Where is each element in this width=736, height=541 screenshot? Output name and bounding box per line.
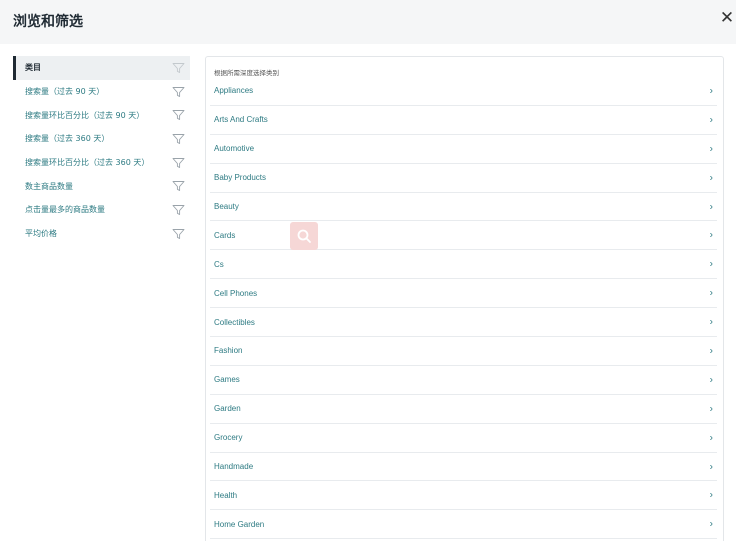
sidebar-item[interactable]: 搜索量环比百分比（过去 360 天） xyxy=(13,151,190,175)
category-row[interactable]: Collectibles › xyxy=(210,308,717,338)
sidebar-item[interactable]: 类目 xyxy=(13,56,190,80)
sidebar-item-label: 数主商品数量 xyxy=(25,181,73,191)
chevron-right-icon: › xyxy=(709,258,713,270)
category-row[interactable]: Fashion › xyxy=(210,337,717,366)
category-label: Collectibles xyxy=(214,317,255,327)
category-label: Arts And Crafts xyxy=(214,115,268,125)
category-label: Cell Phones xyxy=(214,288,258,298)
category-row[interactable]: Games › xyxy=(210,366,717,395)
category-label: Appliances xyxy=(214,86,254,96)
sidebar-item-label: 搜索量环比百分比（过去 360 天） xyxy=(25,158,150,168)
sidebar-item-label: 点击量最多的商品数量 xyxy=(25,205,105,215)
category-row[interactable]: Garden › xyxy=(210,395,717,424)
category-label: Cs xyxy=(214,259,224,269)
sidebar-item[interactable]: 搜索量（过去 360 天） xyxy=(13,127,190,151)
sidebar-item-label: 搜索量（过去 360 天） xyxy=(25,134,110,144)
chevron-right-icon: › xyxy=(709,114,713,126)
sidebar-item[interactable]: 平均价格 xyxy=(13,222,190,246)
category-row[interactable]: Handmade › xyxy=(210,453,717,482)
chevron-right-icon: › xyxy=(709,432,713,444)
chevron-right-icon: › xyxy=(709,143,713,155)
panel-header: 根据所需深度选择类别 xyxy=(214,69,279,77)
chevron-right-icon: › xyxy=(709,201,713,212)
chevron-right-icon: › xyxy=(709,374,713,386)
sidebar-item[interactable]: 点击量最多的商品数量 xyxy=(13,198,190,222)
funnel-icon[interactable] xyxy=(172,110,185,121)
category-row[interactable]: Beauty › xyxy=(210,193,717,222)
funnel-icon[interactable] xyxy=(172,204,185,215)
funnel-icon[interactable] xyxy=(172,62,185,73)
funnel-icon[interactable] xyxy=(172,86,185,97)
category-row[interactable]: Grocery › xyxy=(210,424,717,453)
category-label: Cards xyxy=(214,230,236,240)
category-row[interactable]: Baby Products › xyxy=(210,164,717,193)
category-list: Appliances › Arts And Crafts › Automotive › Ba… xyxy=(206,77,723,540)
chevron-right-icon: › xyxy=(709,172,713,184)
category-row[interactable]: Health › xyxy=(210,481,717,511)
chevron-right-icon: › xyxy=(709,316,713,328)
sidebar-item-label: 平均价格 xyxy=(25,229,57,239)
chevron-right-icon: › xyxy=(709,85,713,97)
category-label: Grocery xyxy=(214,433,243,443)
category-label: Health xyxy=(214,490,238,500)
chevron-right-icon: › xyxy=(709,403,713,415)
category-label: Games xyxy=(214,375,240,385)
sidebar-item-label: 搜索量（过去 90 天） xyxy=(25,87,105,97)
category-row[interactable]: Home Garden › xyxy=(210,510,717,540)
category-label: Automotive xyxy=(214,144,255,154)
sidebar-item[interactable]: 搜索量（过去 90 天） xyxy=(13,80,190,104)
category-label: Fashion xyxy=(214,346,243,356)
close-icon[interactable]: ✕ xyxy=(718,9,736,27)
funnel-icon[interactable] xyxy=(172,228,185,239)
sidebar-item[interactable]: 搜索量环比百分比（过去 90 天） xyxy=(13,103,190,127)
filter-sidebar: 类目搜索量（过去 90 天） 搜索量环比百分比（过去 90 天） 搜索量（过去 36… xyxy=(13,56,190,246)
chevron-right-icon: › xyxy=(709,518,713,530)
category-row[interactable]: Cards › xyxy=(210,221,717,251)
category-panel: 根据所需深度选择类别 Appliances › Arts And Crafts › Au… xyxy=(205,56,724,541)
category-label: Baby Products xyxy=(214,173,267,183)
dialog-body: 类目搜索量（过去 90 天） 搜索量环比百分比（过去 90 天） 搜索量（过去 36… xyxy=(0,44,736,541)
category-label: Beauty xyxy=(214,202,239,211)
sidebar-item-label: 搜索量环比百分比（过去 90 天） xyxy=(25,110,145,120)
chevron-right-icon: › xyxy=(709,229,713,241)
category-row[interactable]: Automotive › xyxy=(210,135,717,164)
chevron-right-icon: › xyxy=(709,345,713,357)
category-row[interactable]: Cs › xyxy=(210,250,717,280)
chevron-right-icon: › xyxy=(709,461,713,473)
dialog-title: 浏览和筛选 xyxy=(13,14,83,30)
funnel-icon[interactable] xyxy=(172,133,185,144)
dialog-header: 浏览和筛选 ✕ xyxy=(0,0,736,44)
sidebar-item[interactable]: 数主商品数量 xyxy=(13,174,190,198)
category-row[interactable]: Cell Phones › xyxy=(210,279,717,309)
funnel-icon[interactable] xyxy=(172,157,185,168)
category-row[interactable]: Arts And Crafts › xyxy=(210,106,717,135)
sidebar-item-label: 类目 xyxy=(25,63,41,73)
category-label: Garden xyxy=(214,404,241,414)
category-row[interactable]: Appliances › xyxy=(210,77,717,106)
category-label: Home Garden xyxy=(214,519,265,529)
funnel-icon[interactable] xyxy=(172,181,185,192)
search-icon[interactable] xyxy=(290,222,318,250)
chevron-right-icon: › xyxy=(709,287,713,299)
category-label: Handmade xyxy=(214,462,254,472)
chevron-right-icon: › xyxy=(709,489,713,501)
